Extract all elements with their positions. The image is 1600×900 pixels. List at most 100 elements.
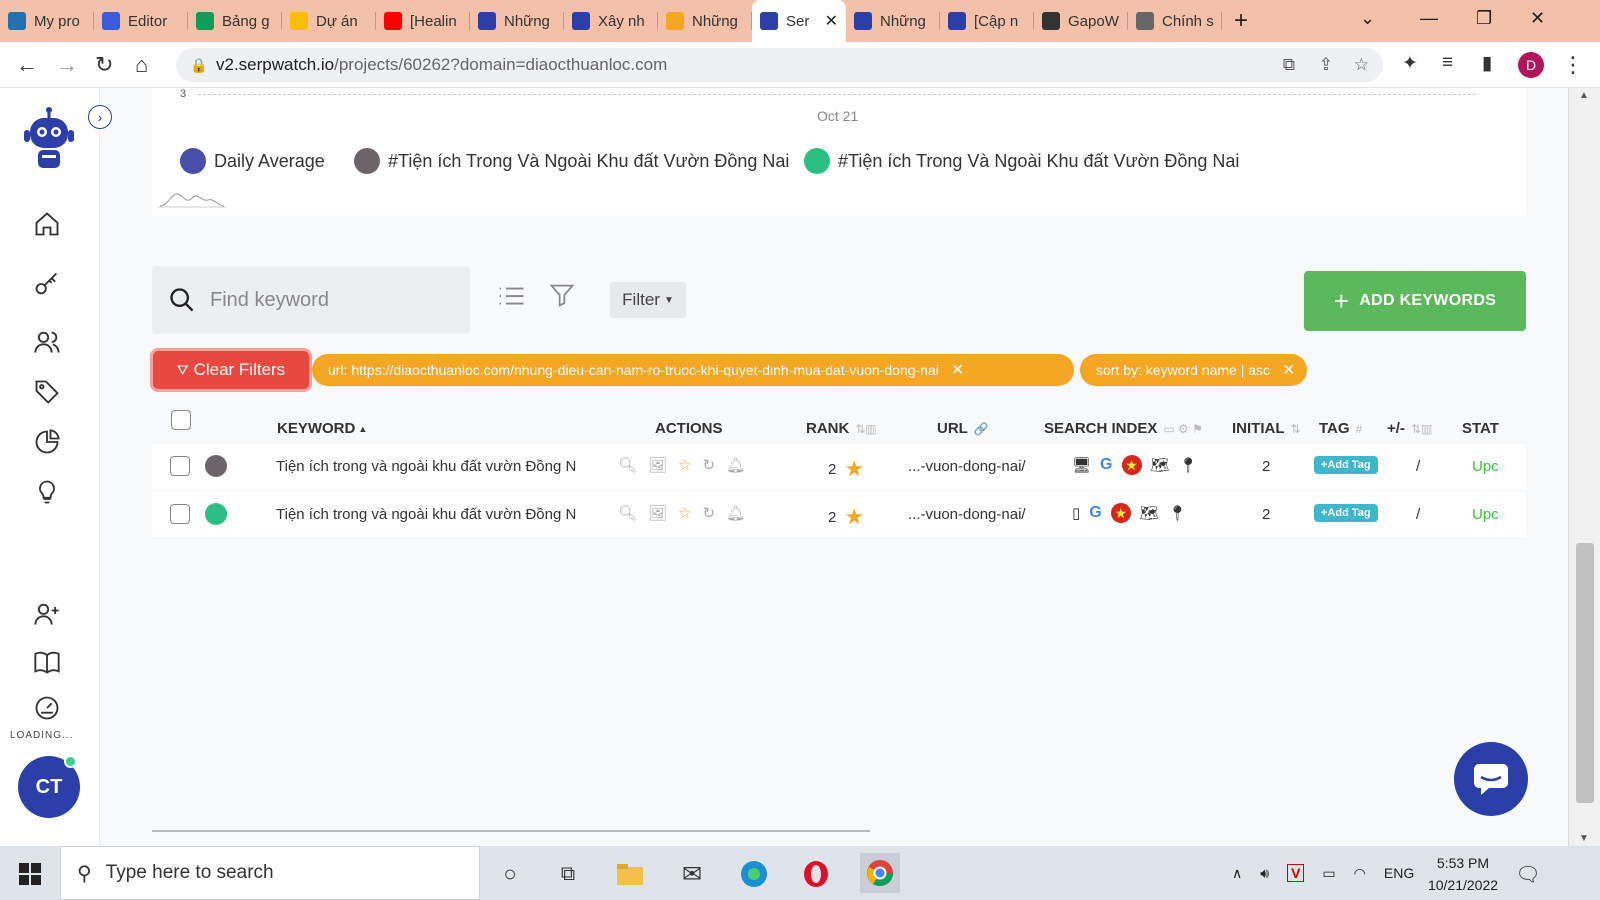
search-serp-icon[interactable]: 🔍︎ <box>618 456 637 474</box>
favorite-star-icon[interactable]: ☆ <box>678 456 691 474</box>
col-initial[interactable]: INITIAL ⇅ <box>1232 420 1301 437</box>
sidebar-home-icon[interactable] <box>33 210 65 242</box>
close-window-button[interactable]: ✕ <box>1530 8 1545 29</box>
taskbar-search-box[interactable]: ⚲ Type here to search <box>60 846 480 900</box>
browser-tab[interactable]: Xây nh <box>564 0 658 42</box>
volume-icon[interactable]: 🔊︎ <box>1260 865 1269 882</box>
browser-tab[interactable]: My pro <box>0 0 94 42</box>
close-tab-icon[interactable]: ✕ <box>825 11 838 31</box>
sidebar-users-icon[interactable] <box>33 328 65 360</box>
alert-bell-icon[interactable]: 🔔︎ <box>726 504 745 522</box>
search-serp-icon[interactable]: 🔍︎ <box>618 504 637 522</box>
serpwatch-robot-logo[interactable] <box>22 106 76 172</box>
live-chat-button[interactable] <box>1454 742 1528 816</box>
reload-button[interactable]: ↻ <box>95 52 113 78</box>
sidebar-pie-chart-icon[interactable] <box>33 428 65 460</box>
sidebar-book-icon[interactable] <box>33 648 65 680</box>
clear-filters-button[interactable]: ⛛ Clear Filters <box>150 348 312 392</box>
profile-avatar[interactable]: D <box>1518 52 1544 78</box>
refresh-icon[interactable]: ↻ <box>703 456 716 474</box>
side-panel-icon[interactable]: ▮ <box>1482 52 1492 75</box>
new-tab-button[interactable]: + <box>1234 7 1248 35</box>
opera-icon[interactable] <box>800 858 832 890</box>
legend-item-keyword-mobile[interactable]: #Tiện ích Trong Và Ngoài Khu đất Vườn Đồ… <box>804 148 1239 174</box>
sidebar-key-icon[interactable] <box>33 270 65 302</box>
scroll-down-icon[interactable]: ▼ <box>1579 833 1589 844</box>
language-indicator[interactable]: ENG <box>1384 865 1414 881</box>
vertical-scrollbar[interactable]: ▲ ▼ <box>1568 88 1600 846</box>
row-checkbox[interactable] <box>170 504 190 524</box>
back-button[interactable]: ← <box>16 52 38 78</box>
filter-dropdown[interactable]: Filter ▼ <box>610 282 686 318</box>
media-control-icon[interactable]: ≡ <box>1442 52 1453 74</box>
browser-tab[interactable]: Những <box>846 0 940 42</box>
browser-tab[interactable]: Dự án <box>282 0 376 42</box>
col-url[interactable]: URL 🔗 <box>937 420 989 437</box>
sidebar-expand-button[interactable]: › <box>88 105 112 129</box>
minimize-button[interactable]: — <box>1420 8 1438 29</box>
task-view-icon[interactable]: ⧉ <box>552 858 584 890</box>
add-tag-button[interactable]: +Add Tag <box>1314 504 1378 522</box>
remove-chip-icon[interactable]: ✕ <box>951 360 964 380</box>
favorite-star-icon[interactable]: ☆ <box>678 504 691 522</box>
home-button[interactable]: ⌂ <box>135 52 148 78</box>
browser-tab[interactable]: Những <box>658 0 752 42</box>
wifi-icon[interactable]: ◠ <box>1354 865 1366 882</box>
filter-funnel-icon[interactable] <box>548 281 576 314</box>
remove-chip-icon[interactable]: ✕ <box>1282 360 1295 380</box>
refresh-icon[interactable]: ↻ <box>703 504 716 522</box>
sidebar-add-user-icon[interactable] <box>33 600 65 632</box>
sort-filter-chip[interactable]: sort by: keyword name | asc ✕ <box>1080 354 1308 386</box>
windows-start-icon[interactable] <box>14 858 46 890</box>
col-keyword[interactable]: KEYWORD ▲ <box>277 420 367 437</box>
url-cell[interactable]: ...-vuon-dong-nai/ <box>908 458 1026 475</box>
add-tag-button[interactable]: +Add Tag <box>1314 456 1378 474</box>
browser-tab[interactable]: [Cập n <box>940 0 1034 42</box>
sidebar-tag-icon[interactable] <box>33 378 65 410</box>
system-clock[interactable]: 5:53 PM 10/21/2022 <box>1418 852 1508 896</box>
antivirus-icon[interactable]: V <box>1287 864 1305 882</box>
col-rank[interactable]: RANK ⇅▥ <box>806 420 877 437</box>
add-keywords-button[interactable]: + ADD KEYWORDS <box>1304 271 1526 331</box>
translate-icon[interactable]: ⧉ <box>1283 55 1295 75</box>
tab-search-chevron-icon[interactable]: ⌄ <box>1360 8 1375 29</box>
browser-tab[interactable]: Editor <box>94 0 188 42</box>
list-view-icon[interactable] <box>496 281 526 316</box>
mail-icon[interactable]: ✉ <box>676 858 708 890</box>
share-icon[interactable]: ⇪ <box>1319 55 1333 75</box>
horizontal-scrollbar[interactable] <box>152 830 870 832</box>
scrollbar-thumb[interactable] <box>1576 543 1594 803</box>
file-explorer-icon[interactable] <box>614 858 646 890</box>
forward-button[interactable]: → <box>56 52 78 78</box>
battery-icon[interactable]: ▭ <box>1322 865 1335 882</box>
keyword-cell[interactable]: Tiện ích trong và ngoài khu đất vườn Đồn… <box>276 506 576 523</box>
row-checkbox[interactable] <box>170 456 190 476</box>
col-tag[interactable]: TAG # <box>1319 420 1362 437</box>
sidebar-lightbulb-icon[interactable] <box>33 478 65 510</box>
scroll-up-icon[interactable]: ▲ <box>1579 90 1589 101</box>
table-row[interactable]: Tiện ích trong và ngoài khu đất vườn Đồn… <box>152 492 1526 537</box>
bookmark-star-icon[interactable]: ☆ <box>1354 55 1369 75</box>
restore-button[interactable]: ❐ <box>1476 8 1492 29</box>
col-change[interactable]: +/- ⇅▥ <box>1387 420 1432 437</box>
browser-menu-icon[interactable]: ⋮ <box>1562 52 1584 78</box>
legend-item-daily-average[interactable]: Daily Average <box>180 148 325 174</box>
browser-tab[interactable]: Ser ✕ <box>752 0 846 42</box>
browser-tab[interactable]: [Healin <box>376 0 470 42</box>
col-search-index[interactable]: SEARCH INDEX ▭ ⚙ ⚑ <box>1044 420 1203 437</box>
screenshot-icon[interactable]: 🖼︎ <box>648 504 667 522</box>
cortana-icon[interactable]: ○ <box>494 858 526 890</box>
screenshot-icon[interactable]: 🖼︎ <box>648 456 667 474</box>
chart-navigator-sparkline[interactable] <box>158 188 226 208</box>
browser-tab[interactable]: Chính s <box>1128 0 1222 42</box>
browser-tab[interactable]: Những <box>470 0 564 42</box>
chrome-icon[interactable] <box>860 853 900 893</box>
browser-tab[interactable]: Bảng g <box>188 0 282 42</box>
sidebar-dashboard-gauge-icon[interactable] <box>33 694 65 726</box>
url-cell[interactable]: ...-vuon-dong-nai/ <box>908 506 1026 523</box>
alert-bell-icon[interactable]: 🔔︎ <box>726 456 745 474</box>
address-bar[interactable]: 🔒 v2.serpwatch.io/projects/60262?domain=… <box>176 48 1383 82</box>
legend-item-keyword-desktop[interactable]: #Tiện ích Trong Và Ngoài Khu đất Vườn Đồ… <box>354 148 789 174</box>
url-filter-chip[interactable]: url: https://diaocthuanloc.com/nhung-die… <box>312 354 1074 386</box>
browser-tab[interactable]: GapoW <box>1034 0 1128 42</box>
